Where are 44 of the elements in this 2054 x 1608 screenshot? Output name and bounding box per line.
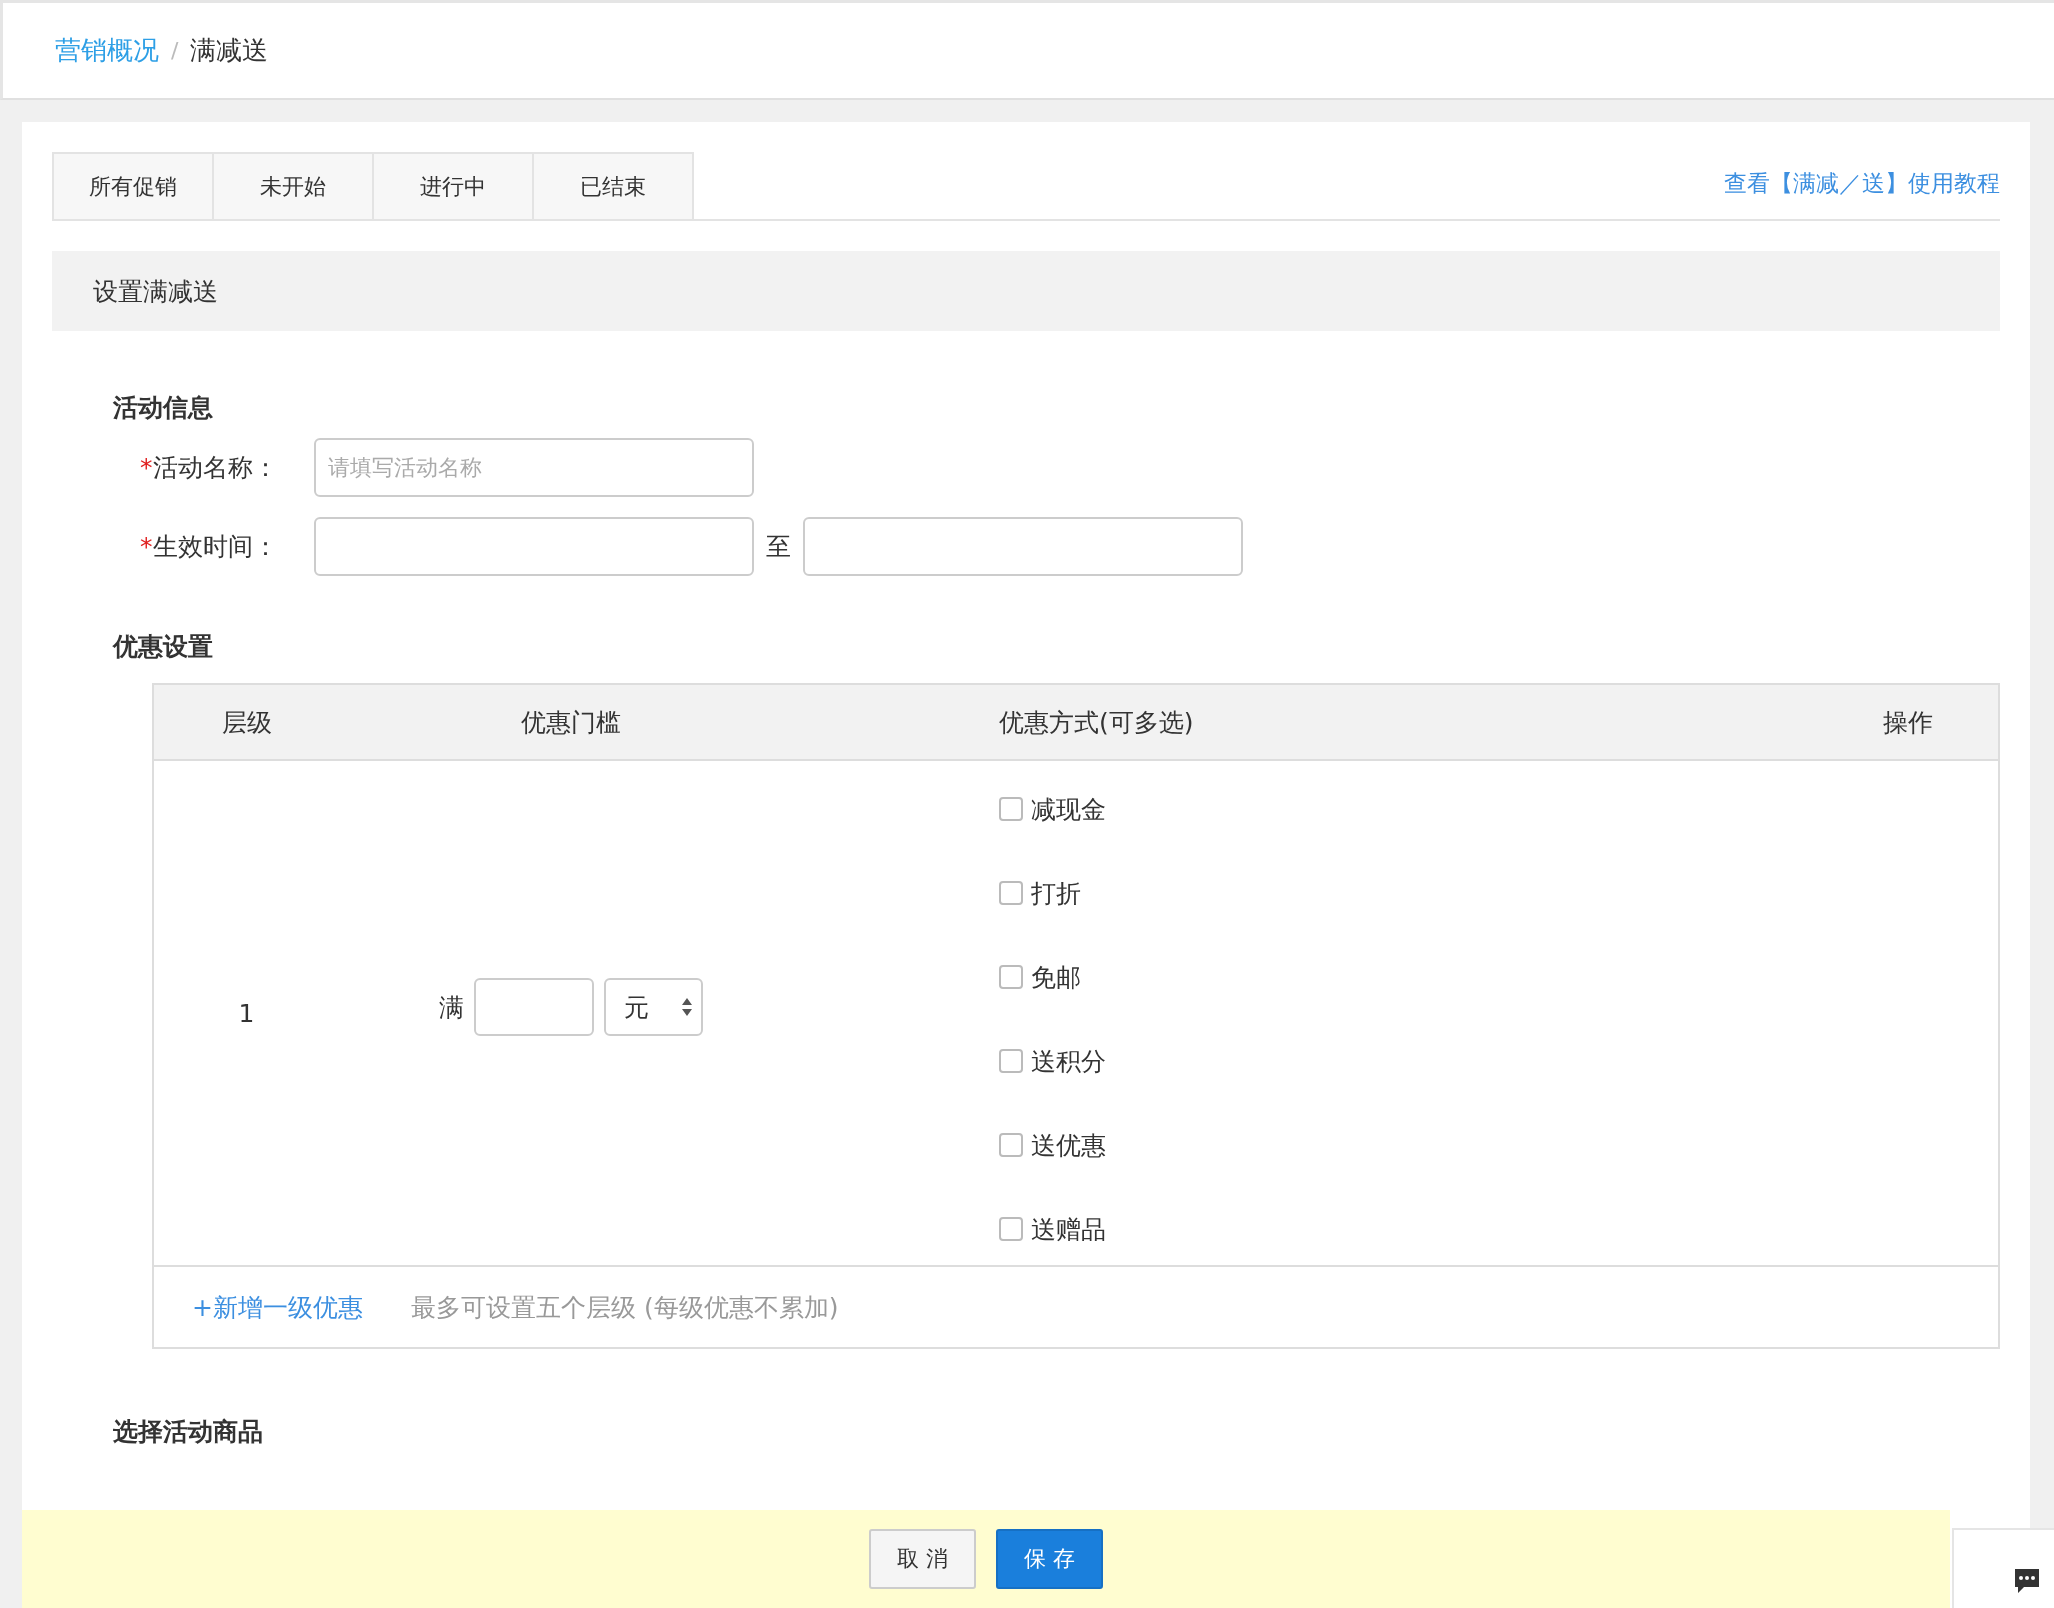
panel-title: 设置满减送 [52, 251, 2000, 331]
tab[interactable]: 进行中 [372, 152, 534, 219]
chat-widget[interactable] [1952, 1528, 2054, 1608]
save-button[interactable]: 保 存 [996, 1529, 1103, 1589]
section-heading: 活动信息 [113, 392, 214, 424]
amount-field[interactable] [474, 978, 594, 1036]
option-label: 打折 [1031, 877, 1081, 910]
tab[interactable]: 已结束 [532, 152, 694, 219]
checkbox[interactable] [999, 1049, 1023, 1073]
breadcrumb-current: 满减送 [190, 34, 269, 67]
field-label: *生效时间： [140, 531, 279, 563]
level-number: 1 [238, 998, 255, 1028]
section-heading: 优惠设置 [113, 631, 214, 663]
required-mark: * [140, 532, 153, 561]
threshold-label: 满 [439, 991, 464, 1024]
tab[interactable]: 所有促销 [52, 152, 214, 219]
checkbox[interactable] [999, 1217, 1023, 1241]
option-label: 送赠品 [1031, 1213, 1106, 1246]
chat-icon [2012, 1566, 2042, 1596]
option-label: 送积分 [1031, 1045, 1106, 1078]
column-header: 层级 [220, 706, 273, 739]
unit-select[interactable]: 元 [604, 978, 703, 1036]
required-mark: * [140, 453, 153, 482]
column-header: 操作 [1882, 706, 1934, 739]
breadcrumb-separator: / [171, 38, 179, 63]
section-heading: 选择活动商品 [113, 1416, 264, 1448]
cancel-button[interactable]: 取 消 [869, 1529, 976, 1589]
checkbox[interactable] [999, 881, 1023, 905]
column-header: 优惠方式(可多选) [999, 706, 1195, 739]
checkbox[interactable] [999, 1133, 1023, 1157]
checkbox[interactable] [999, 965, 1023, 989]
range-separator: 至 [766, 531, 791, 563]
input-field[interactable]: 请填写活动名称 [314, 438, 754, 497]
input-field[interactable] [803, 517, 1243, 576]
input-field[interactable] [314, 517, 754, 576]
option-label: 免邮 [1031, 961, 1081, 994]
field-label: *活动名称： [140, 452, 279, 484]
option-label: 送优惠 [1031, 1129, 1106, 1162]
updown-arrow-icon [681, 997, 693, 1017]
hint-text: 最多可设置五个层级 (每级优惠不累加) [410, 1291, 839, 1324]
option-label: 减现金 [1031, 793, 1106, 826]
column-header: 优惠门槛 [520, 706, 622, 739]
checkbox[interactable] [999, 797, 1023, 821]
tab[interactable]: 未开始 [212, 152, 374, 219]
